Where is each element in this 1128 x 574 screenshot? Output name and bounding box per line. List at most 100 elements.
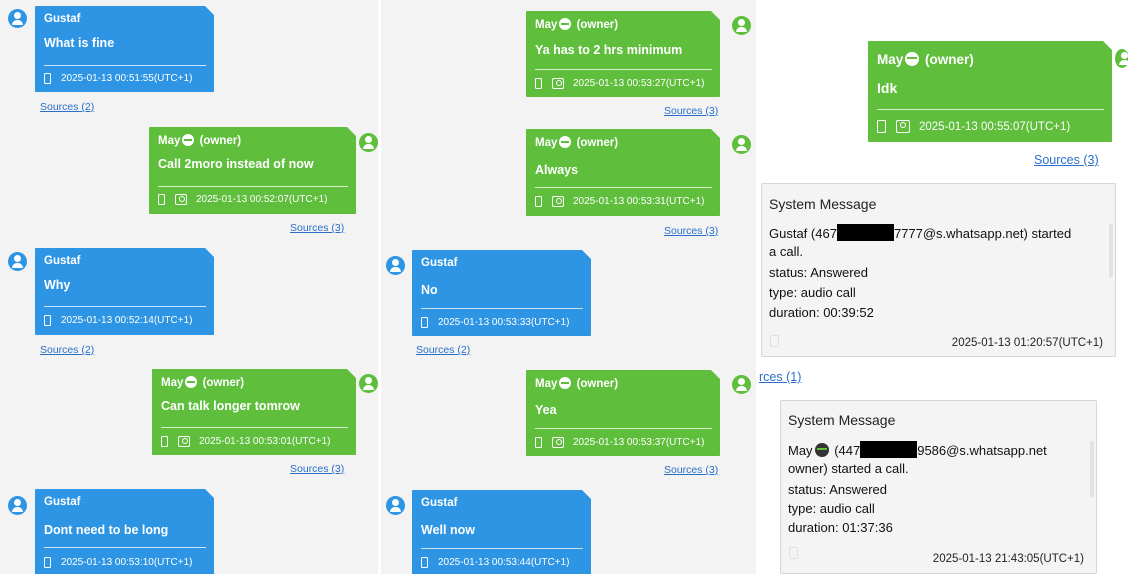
sources-link[interactable]: Sources (2) (40, 344, 94, 356)
sender-name: May (owner) (161, 376, 244, 389)
message-bubble[interactable]: May (owner) Always 2025-01-13 00:53:31(U… (526, 129, 720, 216)
system-message-timestamp: 2025-01-13 01:20:57(UTC+1) (951, 337, 1103, 349)
caller-text-end: 9586@s.whatsapp.net (917, 443, 1047, 458)
sources-link[interactable]: rces (1) (759, 370, 801, 384)
message-text: Always (535, 163, 579, 177)
sources-link[interactable]: Sources (3) (664, 105, 718, 117)
message-timestamp: 2025-01-13 00:55:07(UTC+1) (919, 120, 1071, 133)
system-message-line: owner) started a call. (788, 461, 909, 476)
message-timestamp: 2025-01-13 00:53:31(UTC+1) (573, 196, 705, 207)
bubble-corner (205, 6, 214, 15)
phone-icon (158, 194, 165, 205)
message-timestamp: 2025-01-13 00:52:14(UTC+1) (61, 315, 193, 326)
document-icon (789, 547, 798, 559)
message-timestamp: 2025-01-13 00:53:44(UTC+1) (438, 557, 570, 568)
group-icon (178, 436, 190, 447)
chat-panel-middle: May (owner) Ya has to 2 hrs minimum 2025… (381, 0, 756, 574)
message-bubble[interactable]: May (owner) Ya has to 2 hrs minimum 2025… (526, 11, 720, 97)
divider (421, 548, 583, 549)
owner-tag: (owner) (576, 378, 619, 390)
phone-icon (877, 120, 886, 133)
message-timestamp: 2025-01-13 00:53:33(UTC+1) (438, 317, 570, 328)
message-bubble[interactable]: Gustaf Why 2025-01-13 00:52:14(UTC+1) (35, 248, 214, 335)
bubble-corner (205, 489, 214, 498)
owner-tag: (owner) (199, 135, 242, 147)
divider (44, 65, 206, 66)
message-bubble[interactable]: Gustaf Well now 2025-01-13 00:53:44(UTC+… (412, 490, 591, 574)
system-message-title: System Message (788, 412, 896, 428)
message-meta: 2025-01-13 00:53:33(UTC+1) (421, 317, 569, 328)
emoji-icon (559, 18, 572, 30)
divider (535, 428, 712, 429)
sender-name: Gustaf (421, 257, 458, 269)
call-status: status: Answered (769, 265, 868, 280)
message-bubble[interactable]: May (owner) Call 2moro instead of now 20… (149, 127, 356, 214)
bubble-corner (1103, 41, 1112, 50)
sources-link[interactable]: Sources (3) (290, 222, 344, 234)
call-duration: duration: 00:39:52 (769, 305, 874, 320)
sources-link[interactable]: Sources (3) (664, 225, 718, 237)
sender-name-text: May (535, 378, 558, 390)
sender-name-text: May (535, 137, 558, 149)
system-message[interactable]: System Message Gustaf (467 7777@s.whatsap… (761, 183, 1116, 357)
scrollbar[interactable] (1090, 441, 1094, 497)
message-text: Why (44, 278, 71, 292)
system-message-line: a call. (769, 244, 803, 259)
bubble-corner (711, 370, 720, 379)
contact-avatar-icon (386, 256, 405, 275)
group-icon (175, 194, 187, 205)
message-bubble[interactable]: May (owner) Yea 2025-01-13 00:53:37(UTC+… (526, 370, 720, 456)
sender-name: Gustaf (44, 496, 81, 508)
divider (421, 308, 583, 309)
bubble-corner (711, 129, 720, 138)
phone-icon (535, 437, 542, 448)
message-timestamp: 2025-01-13 00:53:37(UTC+1) (573, 437, 705, 448)
sources-link[interactable]: Sources (2) (40, 101, 94, 113)
message-timestamp: 2025-01-13 00:51:55(UTC+1) (61, 73, 193, 84)
emoji-icon (814, 443, 829, 457)
scrollbar[interactable] (1109, 224, 1113, 278)
divider (44, 306, 206, 307)
sender-name-text: May (158, 135, 181, 147)
chat-panel-left: Gustaf What is fine 2025-01-13 00:51:55(… (0, 0, 378, 574)
sender-name: Gustaf (44, 255, 81, 267)
message-meta: 2025-01-13 00:53:01(UTC+1) (161, 436, 330, 447)
message-text: No (421, 283, 438, 297)
system-message[interactable]: System Message May (447 9586@s.whatsapp.n… (780, 400, 1097, 574)
bubble-corner (582, 250, 591, 259)
emoji-icon (182, 134, 195, 146)
contact-avatar-icon (8, 496, 27, 515)
message-timestamp: 2025-01-13 00:53:10(UTC+1) (61, 557, 193, 568)
caller-text: Gustaf (467 (769, 226, 837, 241)
sources-link[interactable]: Sources (3) (290, 463, 344, 475)
caller-text-end: 7777@s.whatsapp.net) started (893, 226, 1072, 241)
message-text: Can talk longer tomrow (161, 399, 300, 413)
bubble-corner (582, 490, 591, 499)
owner-tag: (owner) (202, 377, 245, 389)
phone-icon (161, 436, 168, 447)
emoji-icon (559, 377, 572, 389)
message-meta: 2025-01-13 00:53:10(UTC+1) (44, 557, 192, 568)
message-meta: 2025-01-13 00:53:27(UTC+1) (535, 78, 704, 89)
message-meta: 2025-01-13 00:55:07(UTC+1) (877, 120, 1070, 133)
owner-tag: (owner) (576, 137, 619, 149)
owner-avatar-icon (359, 374, 378, 393)
sources-link[interactable]: Sources (2) (416, 344, 470, 356)
phone-icon (44, 315, 51, 326)
group-icon (552, 196, 564, 207)
message-bubble[interactable]: May (owner) Can talk longer tomrow 2025-… (152, 369, 356, 455)
message-bubble[interactable]: Gustaf No 2025-01-13 00:53:33(UTC+1) (412, 250, 591, 336)
emoji-icon (559, 136, 572, 148)
message-bubble[interactable]: Gustaf Dont need to be long 2025-01-13 0… (35, 489, 214, 574)
sender-name: May (owner) (535, 136, 618, 149)
sender-name: Gustaf (44, 13, 81, 25)
phone-icon (535, 196, 542, 207)
bubble-corner (205, 248, 214, 257)
sources-link[interactable]: Sources (3) (664, 464, 718, 476)
divider (877, 109, 1104, 110)
message-bubble[interactable]: Gustaf What is fine 2025-01-13 00:51:55(… (35, 6, 214, 92)
message-bubble[interactable]: May (owner) Idk 2025-01-13 00:55:07(UTC+… (868, 41, 1112, 142)
sources-link[interactable]: Sources (3) (1034, 153, 1099, 167)
contact-avatar-icon (8, 252, 27, 271)
redaction-block (860, 441, 918, 458)
